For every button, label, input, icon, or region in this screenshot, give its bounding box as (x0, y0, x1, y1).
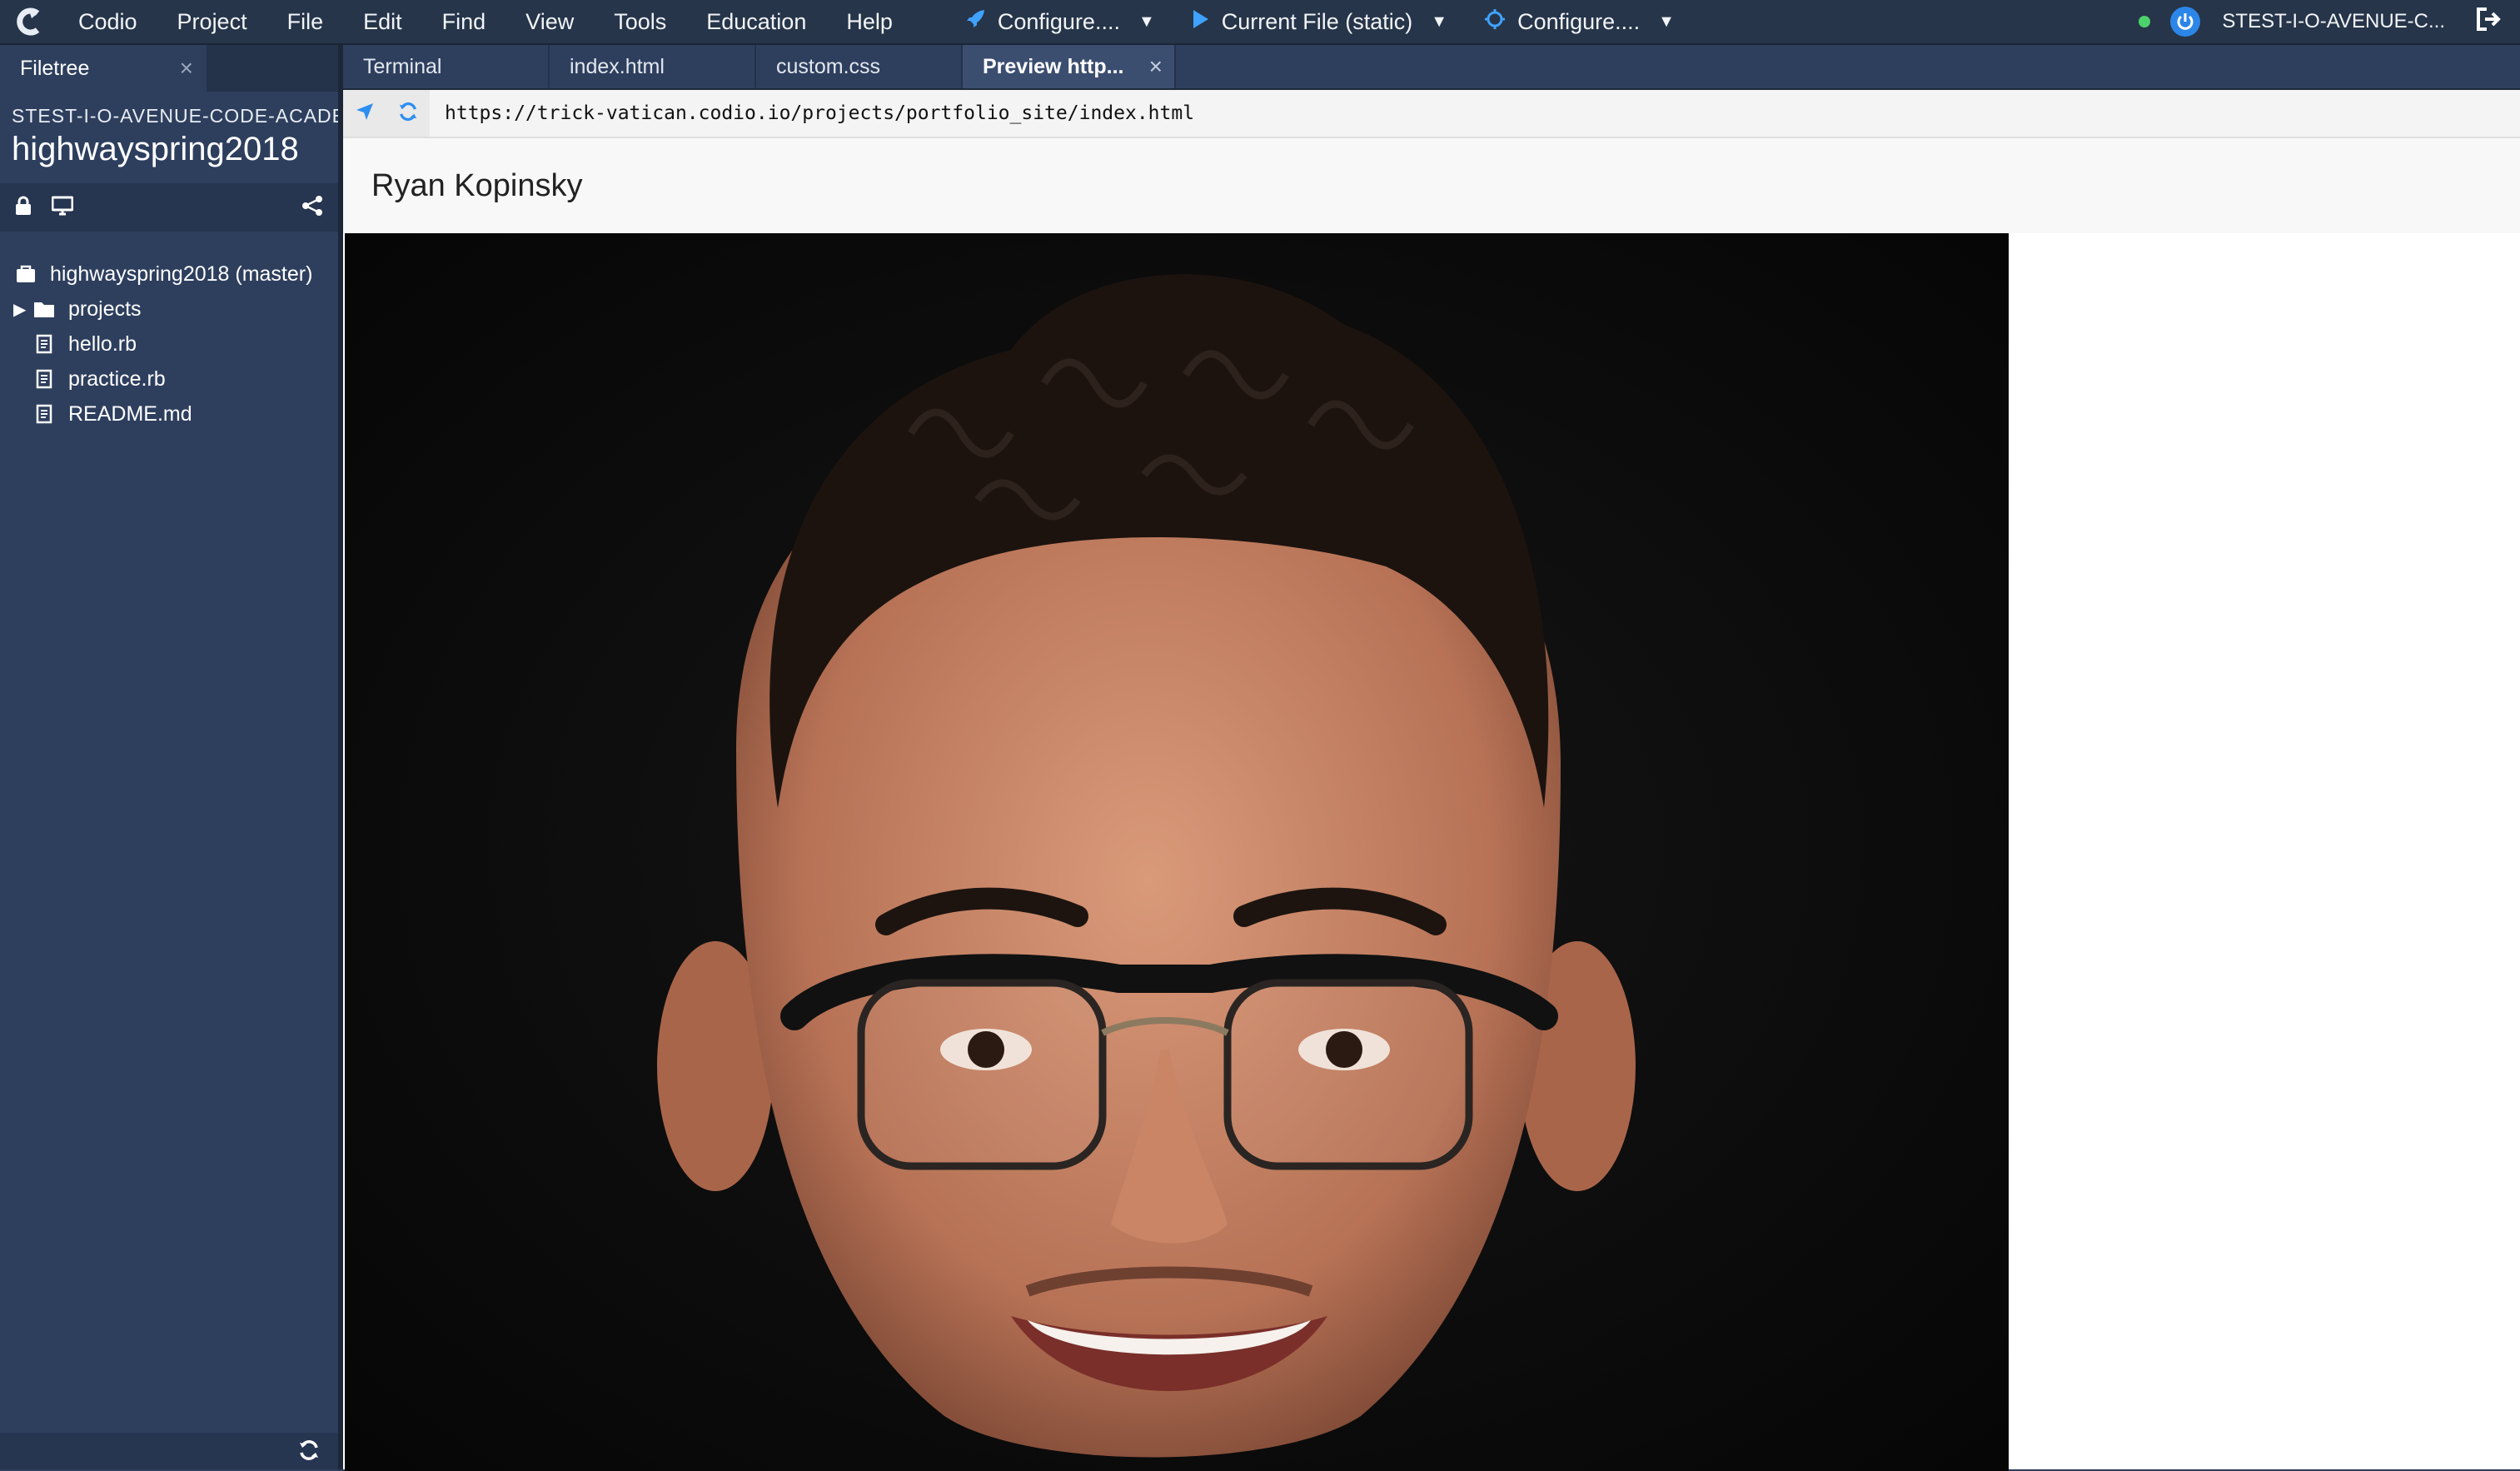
menu-project[interactable]: Project (157, 0, 267, 43)
tree-item-label: hello.rb (68, 332, 137, 356)
menu-education[interactable]: Education (686, 0, 826, 43)
project-name: highwayspring2018 (12, 131, 299, 167)
editor-tabs: Terminal index.html custom.css Preview h… (343, 45, 2520, 90)
tree-item-practice-rb[interactable]: practice.rb (0, 362, 338, 396)
close-icon[interactable]: × (180, 55, 193, 82)
codio-logo-icon[interactable] (0, 0, 58, 43)
play-icon (1192, 9, 1210, 35)
file-icon (32, 404, 57, 424)
menu-bar: Codio Project File Edit Find View Tools … (0, 0, 2520, 45)
menu-view[interactable]: View (505, 0, 594, 43)
tree-item-projects[interactable]: ▶ projects (0, 292, 338, 327)
tab-label: index.html (570, 54, 665, 78)
connection-status-icon (2139, 16, 2151, 27)
repo-icon (13, 265, 38, 283)
share-icon[interactable] (301, 195, 323, 221)
power-icon[interactable] (2170, 7, 2201, 37)
sidebar: Filetree × STEST-I-O-AVENUE-CODE-ACADEMY… (0, 45, 338, 1469)
tree-item-root[interactable]: highwayspring2018 (master) (0, 257, 338, 292)
user-account-name[interactable]: STEST-I-O-AVENUE-C... (2222, 10, 2445, 33)
tree-item-label: README.md (68, 401, 192, 426)
menu-edit[interactable]: Edit (343, 0, 422, 43)
project-owner: STEST-I-O-AVENUE-CODE-ACADEMY (12, 105, 338, 127)
tab-label: Terminal (363, 54, 442, 78)
menu-codio[interactable]: Codio (58, 0, 157, 43)
preview-url-input[interactable]: https://trick-vatican.codio.io/projects/… (430, 102, 1194, 124)
run-current-file-dropdown[interactable]: Current File (static) ▼ (1173, 9, 1466, 35)
close-icon[interactable]: × (1149, 53, 1163, 80)
sidebar-footer (0, 1433, 338, 1469)
configure-preview-dropdown[interactable]: Configure.... ▼ (946, 8, 1173, 36)
tab-filetree[interactable]: Filetree × (0, 45, 207, 92)
configure-debug-dropdown[interactable]: Configure.... ▼ (1466, 8, 1693, 36)
file-icon (32, 369, 57, 389)
sidebar-tabs: Filetree × (0, 45, 338, 92)
logout-icon[interactable] (2475, 7, 2502, 37)
menu-find[interactable]: Find (422, 0, 506, 43)
debug-target-icon (1484, 8, 1506, 36)
tab-terminal[interactable]: Terminal (343, 45, 550, 88)
profile-photo (345, 233, 2009, 1471)
menu-tools[interactable]: Tools (594, 0, 686, 43)
tab-filetree-label: Filetree (20, 56, 90, 80)
editor-area: Terminal index.html custom.css Preview h… (343, 45, 2520, 1471)
refresh-icon[interactable] (298, 1439, 320, 1465)
preview-page: Ryan Kopinsky (343, 138, 2520, 1471)
tab-index-html[interactable]: index.html (550, 45, 756, 88)
chevron-down-icon: ▼ (1658, 12, 1675, 31)
tree-item-readme-md[interactable]: README.md (0, 396, 338, 431)
navigate-arrow-icon[interactable] (355, 102, 375, 126)
preview-url-bar: https://trick-vatican.codio.io/projects/… (343, 90, 2520, 138)
chevron-right-icon[interactable]: ▶ (13, 299, 32, 320)
folder-icon (32, 300, 57, 318)
chevron-down-icon: ▼ (1431, 12, 1448, 31)
page-heading: Ryan Kopinsky (343, 138, 2520, 233)
menubar-right: STEST-I-O-AVENUE-C... (2139, 0, 2520, 43)
sidebar-toolbar (0, 183, 338, 232)
menu-file[interactable]: File (267, 0, 344, 43)
tree-item-label: highwayspring2018 (master) (50, 262, 313, 286)
configure-debug-label: Configure.... (1517, 8, 1641, 34)
chevron-down-icon: ▼ (1138, 12, 1155, 31)
run-current-file-label: Current File (static) (1221, 8, 1413, 34)
tree-item-label: projects (68, 297, 142, 321)
url-bar-controls (343, 90, 430, 137)
tab-label: Preview http... (983, 54, 1124, 78)
tree-item-label: practice.rb (68, 367, 166, 391)
tab-label: custom.css (776, 54, 881, 78)
reload-icon[interactable] (398, 102, 418, 126)
portrait-image (345, 233, 2009, 1471)
file-icon (32, 334, 57, 354)
lock-icon[interactable] (15, 196, 32, 220)
monitor-icon[interactable] (51, 196, 74, 220)
menu-help[interactable]: Help (826, 0, 913, 43)
file-tree: highwayspring2018 (master) ▶ projects he… (0, 232, 338, 431)
configure-preview-label: Configure.... (997, 8, 1120, 34)
tab-custom-css[interactable]: custom.css (756, 45, 963, 88)
tab-preview[interactable]: Preview http... × (963, 45, 1176, 88)
rocket-icon (964, 8, 986, 36)
tree-item-hello-rb[interactable]: hello.rb (0, 327, 338, 362)
